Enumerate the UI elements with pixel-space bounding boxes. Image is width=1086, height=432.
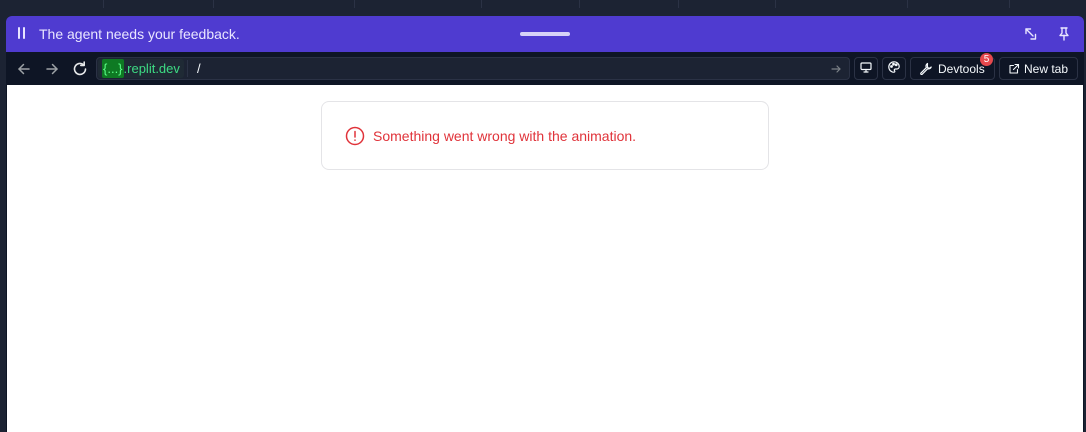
url-path-input[interactable]: /	[197, 60, 201, 77]
reload-icon[interactable]	[70, 59, 90, 79]
pin-icon[interactable]	[1055, 25, 1073, 43]
open-external-icon[interactable]	[1022, 25, 1040, 43]
devtools-label: Devtools	[938, 61, 985, 76]
tab-divider	[678, 0, 679, 8]
pause-icon[interactable]	[18, 27, 26, 41]
tab-divider	[1009, 0, 1010, 8]
tab-divider	[481, 0, 482, 8]
screen-size-button[interactable]	[854, 57, 878, 80]
new-tab-button[interactable]: New tab	[999, 57, 1078, 80]
url-divider	[187, 60, 188, 77]
url-bar[interactable]: {...} .replit.dev /	[96, 57, 850, 80]
devtools-error-badge: 5	[980, 53, 993, 66]
palette-icon	[887, 60, 901, 77]
url-host-domain: .replit.dev	[123, 61, 180, 76]
error-card: Something went wrong with the animation.	[321, 101, 769, 170]
error-message: Something went wrong with the animation.	[373, 128, 637, 144]
theme-button[interactable]	[882, 57, 906, 80]
tab-divider	[907, 0, 908, 8]
page-viewport: Something went wrong with the animation.	[7, 85, 1083, 432]
tab-divider	[579, 0, 580, 8]
tab-divider	[103, 0, 104, 8]
drag-handle[interactable]	[520, 32, 570, 36]
tab-divider	[775, 0, 776, 8]
browser-toolbar: {...} .replit.dev / Devtools 5 New tab	[6, 52, 1084, 85]
go-arrow-icon[interactable]	[829, 62, 843, 76]
forward-arrow-icon[interactable]	[42, 59, 62, 79]
back-arrow-icon[interactable]	[14, 59, 34, 79]
webview-pane: The agent needs your feedback. {...} .re…	[6, 16, 1084, 432]
url-host-highlight: {...}	[102, 59, 124, 78]
url-host: {...} .replit.dev	[98, 59, 184, 78]
wrench-icon	[919, 62, 932, 75]
monitor-icon	[859, 60, 873, 77]
new-tab-label: New tab	[1024, 61, 1069, 76]
tab-divider	[354, 0, 355, 8]
tab-divider	[213, 0, 214, 8]
external-link-icon	[1008, 63, 1020, 75]
feedback-banner: The agent needs your feedback.	[6, 16, 1084, 52]
banner-message: The agent needs your feedback.	[39, 26, 240, 42]
alert-circle-icon	[345, 126, 365, 146]
background-tab-strip	[0, 0, 1086, 16]
